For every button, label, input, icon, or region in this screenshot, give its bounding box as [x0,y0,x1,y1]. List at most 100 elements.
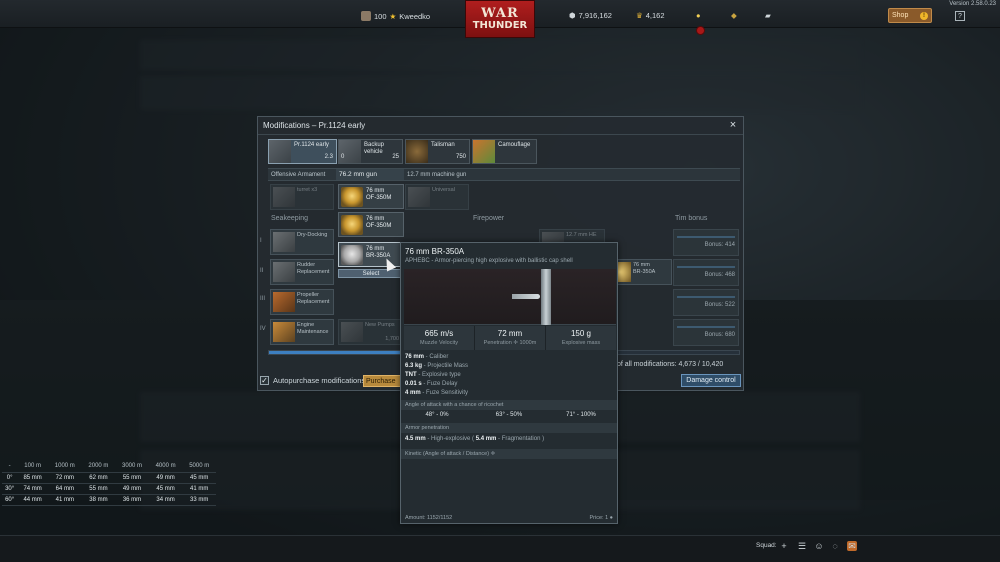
shell-option[interactable]: 76 mm OF-350M [338,212,404,237]
table-row: 30° 74 mm 64 mm 55 mm 49 mm 45 mm 41 mm [2,483,216,495]
mod-cost: 1,700 [385,336,399,342]
eagle-icon: ● [609,515,613,521]
tier-label: III [260,296,266,302]
ship-thumbnail-icon [269,140,291,163]
shell-caliber: 76 mm [366,216,385,222]
mod-label-2: BR-350A [633,269,656,275]
talisman-icon [406,140,428,163]
ammo-amount: Amount: 1152/1152 [405,515,453,521]
ricochet-header: Angle of attack with a chance of ricoche… [401,400,617,410]
silver-lions-balance[interactable]: ⬢ 7,916,162 [569,11,612,20]
shop-label: Shop [892,12,909,19]
category-tim-bonus: Tim bonus [675,215,708,222]
tim-bonus-row: Bonus: 680 [673,319,739,346]
stat-explosive-mass: 150 g Explosive mass [546,326,616,350]
mod-label: Engine [297,322,315,328]
backup-vehicle-slot[interactable]: Backup vehicle 0 25 [338,139,403,164]
select-button[interactable]: Select [338,269,404,278]
armament-label: Offensive Armament [271,171,326,178]
stat-muzzle-velocity: 665 m/s Muzzle Velocity [404,326,475,350]
table-row: 60° 44 mm 41 mm 38 mm 36 mm 34 mm 33 mm [2,494,216,506]
shell-icon [341,187,363,207]
autopurchase-checkbox[interactable]: ✓ [260,376,269,385]
mod-label: 76 mm [633,262,650,268]
shell-caliber: 76 mm [366,246,385,252]
silver-lions-value: 7,916,162 [578,11,612,20]
he-penetration-line: 4.5 mm - High-explosive ( 5.4 mm - Fragm… [405,436,545,442]
version-text: Version 2.58.0.23 [949,1,996,7]
mod-label: New Pumps [365,322,395,328]
ammo-price: Price: 1 ● [589,515,613,521]
golden-eagles-balance[interactable]: ♛ 4,162 [636,11,665,20]
shell-caliber: 76 mm [366,188,385,194]
engine-icon [273,322,295,342]
purchase-all-button[interactable]: Purchase All [363,375,403,387]
autopurchase-row[interactable]: ✓ Autopurchase modifications [260,376,365,385]
autopurchase-label: Autopurchase modifications [273,376,366,385]
shell-tooltip: 76 mm BR-350A APHEBC - Armor-piercing hi… [400,242,618,524]
player-name: Kweedko [399,11,431,21]
armor-penetration-header: Armor penetration [401,423,617,433]
list-icon[interactable]: ☰ [797,541,807,551]
camouflage-label: Camouflage [498,142,531,148]
player-profile[interactable]: 100 ★ Kweedko [361,11,430,21]
turret-icon [273,187,295,207]
golden-eagle-icon: ♛ [636,11,643,20]
coupon-icon[interactable]: ▰ [765,11,771,20]
mail-icon[interactable]: ✉ [847,541,857,551]
backup-cost: 25 [392,154,399,160]
camouflage-icon [473,140,495,163]
camouflage-slot[interactable]: Camouflage [472,139,537,164]
friends-icon[interactable]: ☺ [814,541,824,551]
mod-label-2: Replacement [297,299,330,305]
shell-icon [341,245,363,265]
dry-dock-icon [273,232,295,252]
star-icon: ★ [389,11,397,21]
premium-icon[interactable]: ◆ [731,11,737,20]
projectile-icon [512,294,540,299]
weapon-tab-mg[interactable]: 12.7 mm machine gun [404,172,466,178]
talisman-cost: 750 [455,154,466,160]
table-row: 0° 85 mm 72 mm 62 mm 55 mm 49 mm 45 mm [2,472,216,484]
stat-penetration: 72 mm Penetration ✛ 1000m [475,326,546,350]
damage-control-button[interactable]: Damage control [681,374,741,387]
armor-plate-icon [541,269,551,325]
ricochet-values: 48° - 0% 63° - 50% 71° - 100% [425,412,596,418]
chat-icon[interactable]: ◌ [830,541,840,551]
mod-dry-docking[interactable]: Dry-Docking [270,229,334,255]
close-button[interactable]: × [727,120,739,132]
war-thunder-logo[interactable]: WAR THUNDER [465,0,535,38]
mod-label-2: Maintenance [297,329,329,335]
backup-count: 0 [341,154,345,160]
mod-propeller-replacement[interactable]: Propeller Replacement [270,289,334,315]
tim-bonus-row: Bonus: 468 [673,259,739,286]
squad-label: Squad: [756,542,777,549]
mod-label: Propeller [297,292,320,298]
talisman-label: Talisman [431,142,455,148]
tooltip-subtitle: APHEBC - Armor-piercing high explosive w… [405,258,573,264]
kinetic-header: Kinetic (Angle of attack / Distance) ✛ [401,449,617,459]
vehicle-slot[interactable]: Pr.1124 early 2.3 [268,139,337,164]
crosshair-icon: ✛ [490,451,496,457]
add-squad-icon[interactable]: + [779,541,789,551]
hint-lightbulb-icon[interactable]: ● [696,11,701,20]
mod-label: Dry-Docking [297,232,328,238]
universal-cell[interactable]: Universal [405,184,469,210]
mod-new-pumps[interactable]: New Pumps 1,700 [338,319,402,345]
notification-badge-icon[interactable] [696,26,705,35]
mod-rudder-replacement[interactable]: Rudder Replacement [270,259,334,285]
shop-button[interactable]: Shop ! [888,8,932,23]
weapon-tab-main[interactable]: 76.2 mm gun [336,169,404,180]
penetration-table: -100 m 1000 m 2000 m 3000 m 4000 m 5000 m 0° 8… [2,461,216,506]
shell-name: OF-350M [366,195,392,201]
talisman-slot[interactable]: Talisman 750 [405,139,470,164]
propeller-icon [273,292,295,312]
shell-option[interactable]: 76 mm OF-350M [338,184,404,209]
help-button[interactable]: ? [955,11,965,21]
tier-label: IV [260,326,266,332]
turret-label: turret x3 [297,187,318,193]
shell-name: OF-350M [366,223,392,229]
category-seakeeping: Seakeeping [271,215,308,222]
tim-bonus-row: Bonus: 414 [673,229,739,256]
mod-engine-maintenance[interactable]: Engine Maintenance [270,319,334,345]
